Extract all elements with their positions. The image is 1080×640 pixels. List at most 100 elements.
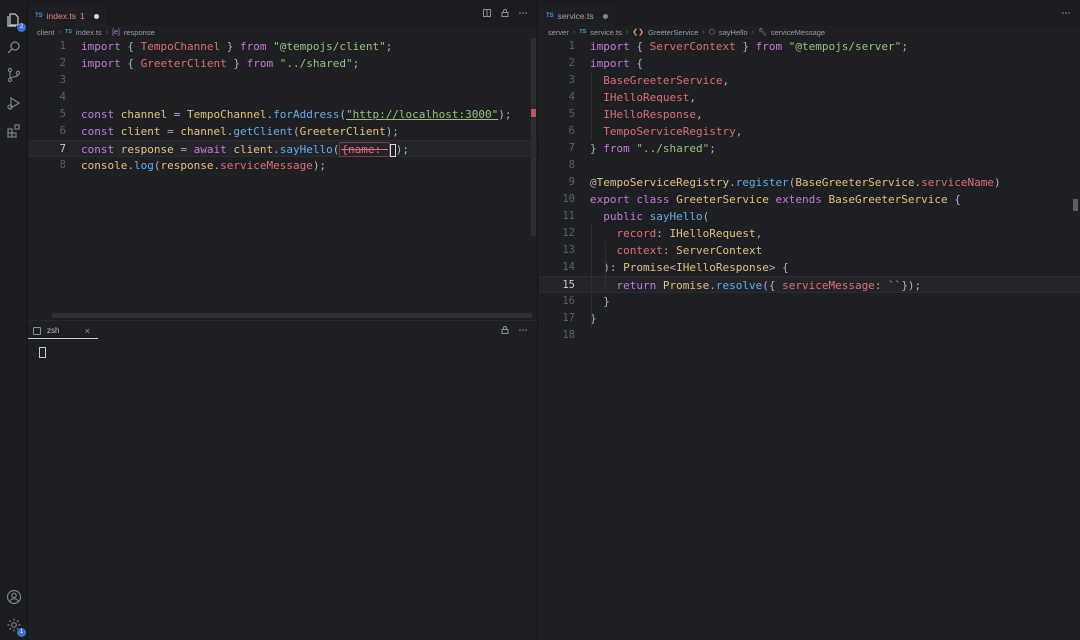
typescript-file-icon: TS — [579, 29, 587, 35]
code-token: import — [590, 40, 630, 53]
lock-icon[interactable] — [501, 9, 509, 17]
code-line[interactable]: 7 const response = await client.sayHello(… — [28, 140, 537, 157]
vertical-scrollbar[interactable] — [1073, 199, 1078, 211]
code-line[interactable]: 7} from "../shared"; — [539, 140, 1080, 157]
line-number: 12 — [562, 227, 575, 239]
code-line[interactable]: 12 record: IHelloRequest, — [539, 225, 1080, 242]
code-line[interactable]: 1 import { TempoChannel } from "@tempojs/… — [28, 38, 537, 55]
code-text: export class GreeterService extends Base… — [590, 191, 961, 208]
typescript-file-icon: TS — [546, 13, 554, 19]
source-control-icon[interactable] — [6, 67, 22, 83]
close-icon[interactable]: × — [85, 326, 90, 336]
code-token: { — [629, 57, 643, 70]
code-token: "../shared" — [636, 142, 710, 155]
unsaved-dot-icon[interactable] — [93, 13, 99, 19]
code-text: console.log(response.serviceMessage); — [81, 157, 326, 174]
code-line[interactable]: 8 console.log(response.serviceMessage); — [28, 157, 537, 174]
code-line[interactable]: 11 public sayHello( — [539, 208, 1080, 225]
code-line[interactable]: 2 import { — [539, 55, 1080, 72]
code-text: record: IHelloRequest, — [590, 225, 763, 242]
code-line[interactable]: 14 ): Promise<IHelloResponse> { — [539, 259, 1080, 276]
code-line[interactable]: 5 IHelloResponse, — [539, 106, 1080, 123]
breadcrumb-file[interactable]: index.ts — [76, 28, 102, 37]
indent-guide — [591, 225, 592, 327]
indent-guide — [591, 72, 592, 140]
breadcrumb-property[interactable]: serviceMessage — [771, 28, 825, 37]
terminal-tab[interactable]: zsh × — [28, 323, 98, 339]
code-text: @TempoServiceRegistry.register(BaseGreet… — [590, 174, 1001, 191]
account-icon[interactable] — [6, 589, 22, 605]
code-line[interactable]: 2 import { GreeterClient } from "../share… — [28, 55, 537, 72]
code-line[interactable]: 3 BaseGreeterService, — [539, 72, 1080, 89]
code-token: TempoChannel — [186, 108, 267, 121]
vertical-scrollbar[interactable] — [531, 38, 536, 236]
more-actions-icon[interactable] — [519, 326, 527, 336]
code-line[interactable]: 1 import { ServerContext } from "@tempojs… — [539, 38, 1080, 55]
unsaved-dot-icon[interactable] — [602, 13, 608, 19]
code-token: { — [629, 40, 650, 53]
explorer-icon[interactable]: 2 — [6, 12, 26, 32]
code-token: const — [81, 125, 115, 138]
search-icon[interactable] — [6, 39, 22, 55]
code-token: ; — [901, 40, 908, 53]
terminal-cursor[interactable] — [39, 347, 46, 358]
lock-icon[interactable] — [501, 326, 509, 336]
line-number: 3 — [568, 74, 575, 86]
code-line[interactable]: 15 return Promise.resolve({ serviceMessa… — [539, 276, 1080, 293]
tab-service-ts[interactable]: TS service.ts — [539, 6, 615, 26]
code-token: extends — [775, 193, 822, 206]
breadcrumb-folder[interactable]: client — [37, 28, 55, 37]
breadcrumb-folder[interactable]: server — [548, 28, 569, 37]
code-text: const response = await client.sayHello({… — [81, 141, 409, 158]
code-text: BaseGreeterService, — [590, 72, 729, 89]
code-token: : — [656, 227, 670, 240]
code-line[interactable]: 18 — [539, 327, 1080, 344]
code-token: , — [735, 125, 743, 138]
horizontal-scrollbar[interactable] — [52, 313, 532, 318]
code-line[interactable]: 10 export class GreeterService extends Ba… — [539, 191, 1080, 208]
code-token: client — [233, 143, 274, 156]
code-line[interactable]: 6 const client = channel.getClient(Greete… — [28, 123, 537, 140]
code-token: GreeterClient — [140, 57, 227, 70]
code-token: BaseGreeterService — [603, 74, 723, 87]
code-line[interactable]: 4 IHelloRequest, — [539, 89, 1080, 106]
code-line[interactable]: 17} — [539, 310, 1080, 327]
code-line[interactable]: 6 TempoServiceRegistry, — [539, 123, 1080, 140]
code-token: ); — [498, 108, 512, 121]
settings-gear-icon[interactable]: 1 — [6, 617, 26, 637]
chevron-right-icon: › — [58, 28, 61, 36]
code-token: log — [133, 159, 154, 172]
code-line[interactable]: 16 } — [539, 293, 1080, 310]
code-line[interactable]: 5 const channel = TempoChannel.forAddress… — [28, 106, 537, 123]
more-actions-icon[interactable] — [519, 9, 527, 17]
extensions-icon[interactable] — [6, 123, 22, 139]
code-editor[interactable]: 1 import { TempoChannel } from "@tempojs/… — [28, 38, 537, 174]
breadcrumb-class[interactable]: GreeterService — [648, 28, 698, 37]
breadcrumb-method[interactable]: sayHello — [719, 28, 748, 37]
code-line[interactable]: 13 context: ServerContext — [539, 242, 1080, 259]
more-actions-icon[interactable] — [1062, 9, 1070, 17]
code-token: "@tempojs/client" — [273, 40, 386, 53]
url-string: "http://localhost:3000" — [345, 108, 499, 121]
code-token: , — [695, 108, 703, 121]
code-text: IHelloResponse, — [590, 106, 703, 123]
breadcrumb-file[interactable]: service.ts — [590, 28, 622, 37]
code-text: const channel = TempoChannel.forAddress(… — [81, 106, 512, 123]
code-line[interactable]: 9 @TempoServiceRegistry.register(BaseGree… — [539, 174, 1080, 191]
panel-actions — [501, 326, 527, 336]
code-line[interactable]: 4 — [28, 89, 537, 106]
variable-symbol-icon: [e] — [112, 28, 120, 36]
code-editor[interactable]: 1 import { ServerContext } from "@tempojs… — [539, 38, 1080, 344]
split-editor-icon[interactable] — [483, 9, 491, 17]
run-debug-icon[interactable] — [6, 95, 22, 111]
breadcrumb-symbol[interactable]: response — [124, 28, 155, 37]
code-line[interactable]: 3 — [28, 72, 537, 89]
tab-index-ts[interactable]: TS index.ts 1 — [28, 6, 106, 26]
code-token: sayHello — [279, 143, 333, 156]
code-token: } — [590, 295, 610, 308]
code-token: , — [689, 91, 696, 104]
code-token: from — [239, 40, 267, 53]
code-line[interactable]: 8 — [539, 157, 1080, 174]
